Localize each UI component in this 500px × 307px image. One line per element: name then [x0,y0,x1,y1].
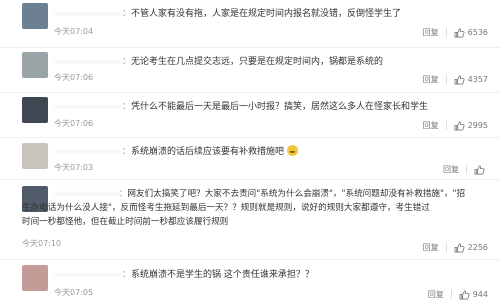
comment-line: ————————：无论考生在几点提交志远，只要是在规定时间内，锅都是系统的 [54,57,384,67]
like-count: 2995 [467,121,488,130]
comment-text: 无论考生在几点提交志远，只要是在规定时间内，锅都是系统的 [131,57,384,67]
comment-line: ————————：系统崩溃的话后续应该要有补救措施吧 [54,145,488,159]
reply-button[interactable]: 回复 [423,120,439,131]
username-link[interactable]: ———————— [54,270,123,280]
like-count: 2256 [467,243,488,252]
reply-button[interactable]: 回复 [423,74,439,85]
username-link[interactable]: ———————— [54,147,123,157]
comment-line: 时间一秒都怪他，但在截止时间前一秒都应该履行规则 [22,217,229,227]
thumbs-up-icon[interactable] [454,120,465,131]
comment-actions: 回复 6536 [423,27,488,38]
comment-text: 凭什么不能最后一天是最后一小时报？搞笑，居然这么多人在怪家长和学生 [131,102,429,112]
like-count: 6536 [467,28,488,37]
like-count: 4357 [467,75,488,84]
comment-text: 系统崩溃的话后续应该要有补救措施吧 [131,147,285,157]
comment-item: ————————：系统崩溃的话后续应该要有补救措施吧 今天07:03 回复 [0,138,500,180]
reply-button[interactable]: 回复 [423,27,439,38]
divider [445,243,447,252]
comment-actions: 回复 2995 [423,120,488,131]
comment-line: ————————：网友们太搞笑了吧？大家不去责问"系统为什么会崩溃"，"系统问题… [54,189,466,199]
thumbs-up-icon[interactable] [454,74,465,85]
divider [466,165,467,174]
timestamp: 今天07:05 [54,288,94,297]
divider [445,75,447,84]
timestamp: 今天07:06 [54,119,94,128]
timestamp: 今天07:10 [22,239,62,248]
comment-text: 系统崩溃不是学生的锅 这个责任谁来承担？？ [131,270,314,280]
thumbs-up-icon[interactable] [454,27,465,38]
username-link[interactable]: ———————— [54,102,123,112]
comment-text: 不管人家有没有拖，人家是在规定时间内报名就没错，反倒怪学生了 [131,9,402,19]
reply-button[interactable]: 回复 [423,242,439,253]
timestamp: 今天07:03 [54,163,94,172]
avatar[interactable] [22,97,48,123]
comment-item: ————————：凭什么不能最后一天是最后一小时报？搞笑，居然这么多人在怪家长和… [0,93,500,138]
divider [445,121,447,130]
comment-item: ————————：不管人家有没有拖，人家是在规定时间内报名就没错，反倒怪学生了 … [0,0,500,48]
comment-feed: ————————：不管人家有没有拖，人家是在规定时间内报名就没错，反倒怪学生了 … [0,0,500,307]
thumbs-up-icon[interactable] [474,164,485,175]
thumbs-up-icon[interactable] [454,242,465,253]
username-link[interactable]: ———————— [54,189,119,199]
timestamp: 今天07:04 [54,27,94,36]
sweat-smile-emoji-icon [286,145,298,156]
like-count: 944 [472,290,488,299]
username-link[interactable]: ———————— [54,57,123,67]
reply-button[interactable]: 回复 [443,164,459,175]
comment-actions: 回复 [443,164,488,175]
divider [445,28,447,37]
avatar[interactable] [22,265,48,291]
comment-line: 生办电话为什么没人接"，反而怪考生拖延到最后一天？？规则就是规则，说好的规则大家… [22,203,430,213]
comment-text: 网友们太搞笑了吧？大家不去责问"系统为什么会崩溃"，"系统问题却没有补救措施"，… [127,189,466,199]
comment-actions: 回复 4357 [423,74,488,85]
comment-item: ————————：系统崩溃不是学生的锅 这个责任谁来承担？？ 今天07:05 回… [0,260,500,307]
comment-item: ————————：无论考生在几点提交志远，只要是在规定时间内，锅都是系统的 今天… [0,48,500,93]
avatar[interactable] [22,143,48,169]
comment-line: ————————：系统崩溃不是学生的锅 这个责任谁来承担？？ [54,270,314,280]
comment-line: ————————：不管人家有没有拖，人家是在规定时间内报名就没错，反倒怪学生了 [54,9,402,19]
comment-actions: 回复 944 [428,289,488,300]
reply-button[interactable]: 回复 [428,289,444,300]
comment-line: ————————：凭什么不能最后一天是最后一小时报？搞笑，居然这么多人在怪家长和… [54,102,429,112]
username-link[interactable]: ———————— [54,9,123,19]
avatar[interactable] [22,52,48,78]
avatar[interactable] [22,3,48,29]
comment-actions: 回复 2256 [423,242,488,253]
thumbs-up-icon[interactable] [459,289,470,300]
comment-item: ————————：网友们太搞笑了吧？大家不去责问"系统为什么会崩溃"，"系统问题… [0,180,500,260]
timestamp: 今天07:06 [54,73,94,82]
divider [450,290,452,299]
